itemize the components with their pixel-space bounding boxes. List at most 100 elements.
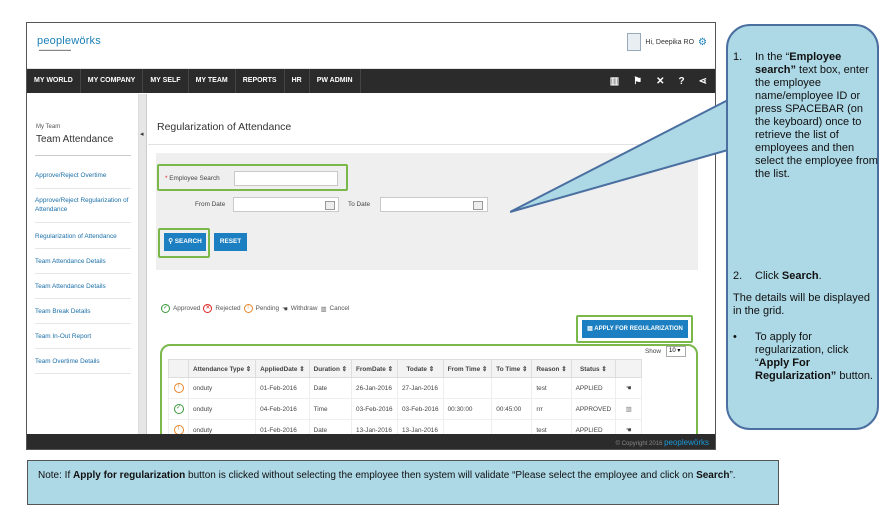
nav-my-world[interactable]: MY WORLD	[27, 69, 81, 93]
gear-icon[interactable]: ⚙	[698, 37, 707, 48]
withdraw-icon[interactable]: ☚	[615, 377, 643, 399]
nav-my-self[interactable]: MY SELF	[143, 69, 189, 93]
sidebar-section-label: My Team	[36, 124, 61, 130]
sidebar-item-regularization[interactable]: Regularization of Attendance	[35, 232, 135, 241]
column-header[interactable]: FromDate ⇕	[351, 359, 398, 378]
cell-status: APPROVED	[570, 398, 617, 420]
pending-icon: !	[173, 383, 184, 393]
from-date-input[interactable]	[233, 197, 339, 212]
sidebar-item-team-break[interactable]: Team Break Details	[35, 307, 135, 316]
calendar-icon[interactable]	[325, 201, 335, 210]
reset-button[interactable]: RESET	[214, 233, 247, 251]
table-header-row: Attendance Type ⇕ AppliedDate ⇕ Duration…	[168, 359, 643, 378]
table-row[interactable]: ✓ onduty 04-Feb-2016 Time 03-Feb-2016 03…	[168, 398, 643, 420]
column-header[interactable]: Status ⇕	[570, 359, 617, 378]
legend-cancel: Cancel	[329, 305, 350, 312]
column-header[interactable]: AppliedDate ⇕	[255, 359, 310, 378]
to-date-label: To Date	[348, 201, 371, 208]
user-greeting: Hi, Deepika RO	[645, 38, 695, 46]
divider	[35, 155, 131, 156]
approved-icon: ✓	[173, 404, 184, 414]
copyright: © Copyright 2016 peoplewörks	[615, 438, 709, 447]
nav-my-company[interactable]: MY COMPANY	[81, 69, 144, 93]
cell-from-time: 00:30:00	[442, 398, 493, 420]
trash-icon: ▥	[320, 305, 327, 313]
callout-pointer	[510, 100, 730, 213]
results-table: Attendance Type ⇕ AppliedDate ⇕ Duration…	[168, 359, 643, 441]
sidebar-item-in-out-report[interactable]: Team In-Out Report	[35, 332, 135, 341]
trash-icon[interactable]: ▥	[615, 398, 643, 420]
tools-icon[interactable]: ✕	[656, 76, 664, 87]
legend-approved: Approved	[173, 305, 201, 312]
chevron-left-icon: ◂	[140, 131, 144, 138]
sidebar-item-approve-overtime[interactable]: Approve/Reject Overtime	[35, 171, 135, 180]
callout-bullet: • To apply for regularization, click “Ap…	[733, 331, 873, 382]
sidebar-collapse-handle[interactable]: ◂	[139, 94, 147, 434]
help-icon[interactable]: ?	[679, 76, 685, 87]
divider	[35, 323, 131, 324]
sidebar-item-team-attendance-1[interactable]: Team Attendance Details	[35, 257, 135, 266]
brand-bar: peoplewörks ▬▬▬▬▬▬▬▬ Hi, Deepika RO ⚙	[27, 23, 715, 69]
column-header[interactable]: Attendance Type ⇕	[187, 359, 257, 378]
callout-step-2: 2. Click Search.	[733, 270, 822, 282]
show-label: Show	[645, 348, 661, 355]
divider	[35, 373, 131, 374]
calendar-icon[interactable]	[473, 201, 483, 210]
cell-reason: test	[531, 377, 572, 399]
to-date-input[interactable]	[380, 197, 488, 212]
cell-type: onduty	[187, 398, 257, 420]
divider	[35, 222, 131, 223]
share-icon[interactable]: ⋖	[699, 76, 707, 87]
sidebar-title: Team Attendance	[36, 134, 114, 145]
nav-pw-admin[interactable]: PW ADMIN	[310, 69, 361, 93]
nav-reports[interactable]: REPORTS	[236, 69, 285, 93]
column-header[interactable]: Todate ⇕	[397, 359, 444, 378]
legend-rejected: Rejected	[215, 305, 241, 312]
cell-to-time: 00:45:00	[491, 398, 533, 420]
cell-to-time	[491, 377, 533, 399]
flag-icon[interactable]: ⚑	[633, 76, 642, 87]
cell-duration: Time	[308, 398, 353, 420]
footer: © Copyright 2016 peoplewörks	[27, 434, 715, 449]
cell-reason: rrr	[531, 398, 572, 420]
nav-hr[interactable]: HR	[285, 69, 310, 93]
rejected-icon: ✕	[203, 304, 213, 313]
divider	[35, 248, 131, 249]
search-button[interactable]: ⚲ SEARCH	[164, 233, 206, 251]
logo-tagline-mark: ▬▬▬▬▬▬▬▬	[39, 47, 71, 52]
icon-column-header	[168, 359, 189, 378]
nav-my-team[interactable]: MY TEAM	[189, 69, 236, 93]
callout-step-1: 1. In the “Employee search” text box, en…	[733, 51, 878, 180]
cell-from-time	[442, 377, 493, 399]
cell-applied: 01-Feb-2016	[255, 377, 310, 399]
apply-for-regularization-button[interactable]: ▤ APPLY FOR REGULARIZATION	[582, 320, 688, 338]
column-header[interactable]: Duration ⇕	[308, 359, 353, 378]
divider	[35, 273, 131, 274]
avatar	[627, 33, 642, 51]
sidebar-item-team-overtime[interactable]: Team Overtime Details	[35, 357, 135, 366]
pending-icon: !	[243, 304, 253, 313]
column-header[interactable]: From Time ⇕	[442, 359, 493, 378]
sidebar: My Team Team Attendance Approve/Reject O…	[27, 94, 139, 434]
cell-to: 03-Feb-2016	[397, 398, 444, 420]
sidebar-item-approve-regularization[interactable]: Approve/Reject Regularization of Attenda…	[35, 196, 135, 214]
cell-to: 27-Jan-2016	[397, 377, 444, 399]
book-icon[interactable]: ▥	[610, 76, 619, 87]
legend-withdraw: Withdraw	[290, 305, 318, 312]
divider	[35, 298, 131, 299]
column-header[interactable]: Reason ⇕	[531, 359, 572, 378]
page-size-select[interactable]: 10 ▾	[666, 346, 686, 357]
sidebar-item-team-attendance-2[interactable]: Team Attendance Details	[35, 282, 135, 291]
table-row[interactable]: ! onduty 01-Feb-2016 Date 26-Jan-2016 27…	[168, 377, 643, 399]
note-box: Note: If Apply for regularization button…	[27, 460, 779, 505]
top-nav: MY WORLD MY COMPANY MY SELF MY TEAM REPO…	[27, 69, 715, 93]
callout-details: The details will be displayed in the gri…	[733, 292, 870, 317]
withdraw-icon: ☚	[282, 305, 288, 313]
from-date-label: From Date	[195, 201, 226, 208]
user-menu[interactable]: Hi, Deepika RO ⚙	[627, 33, 707, 51]
page-title: Regularization of Attendance	[157, 121, 292, 133]
cell-duration: Date	[308, 377, 353, 399]
legend-pending: Pending	[255, 305, 280, 312]
cell-status: APPLIED	[570, 377, 617, 399]
column-header[interactable]: To Time ⇕	[491, 359, 533, 378]
